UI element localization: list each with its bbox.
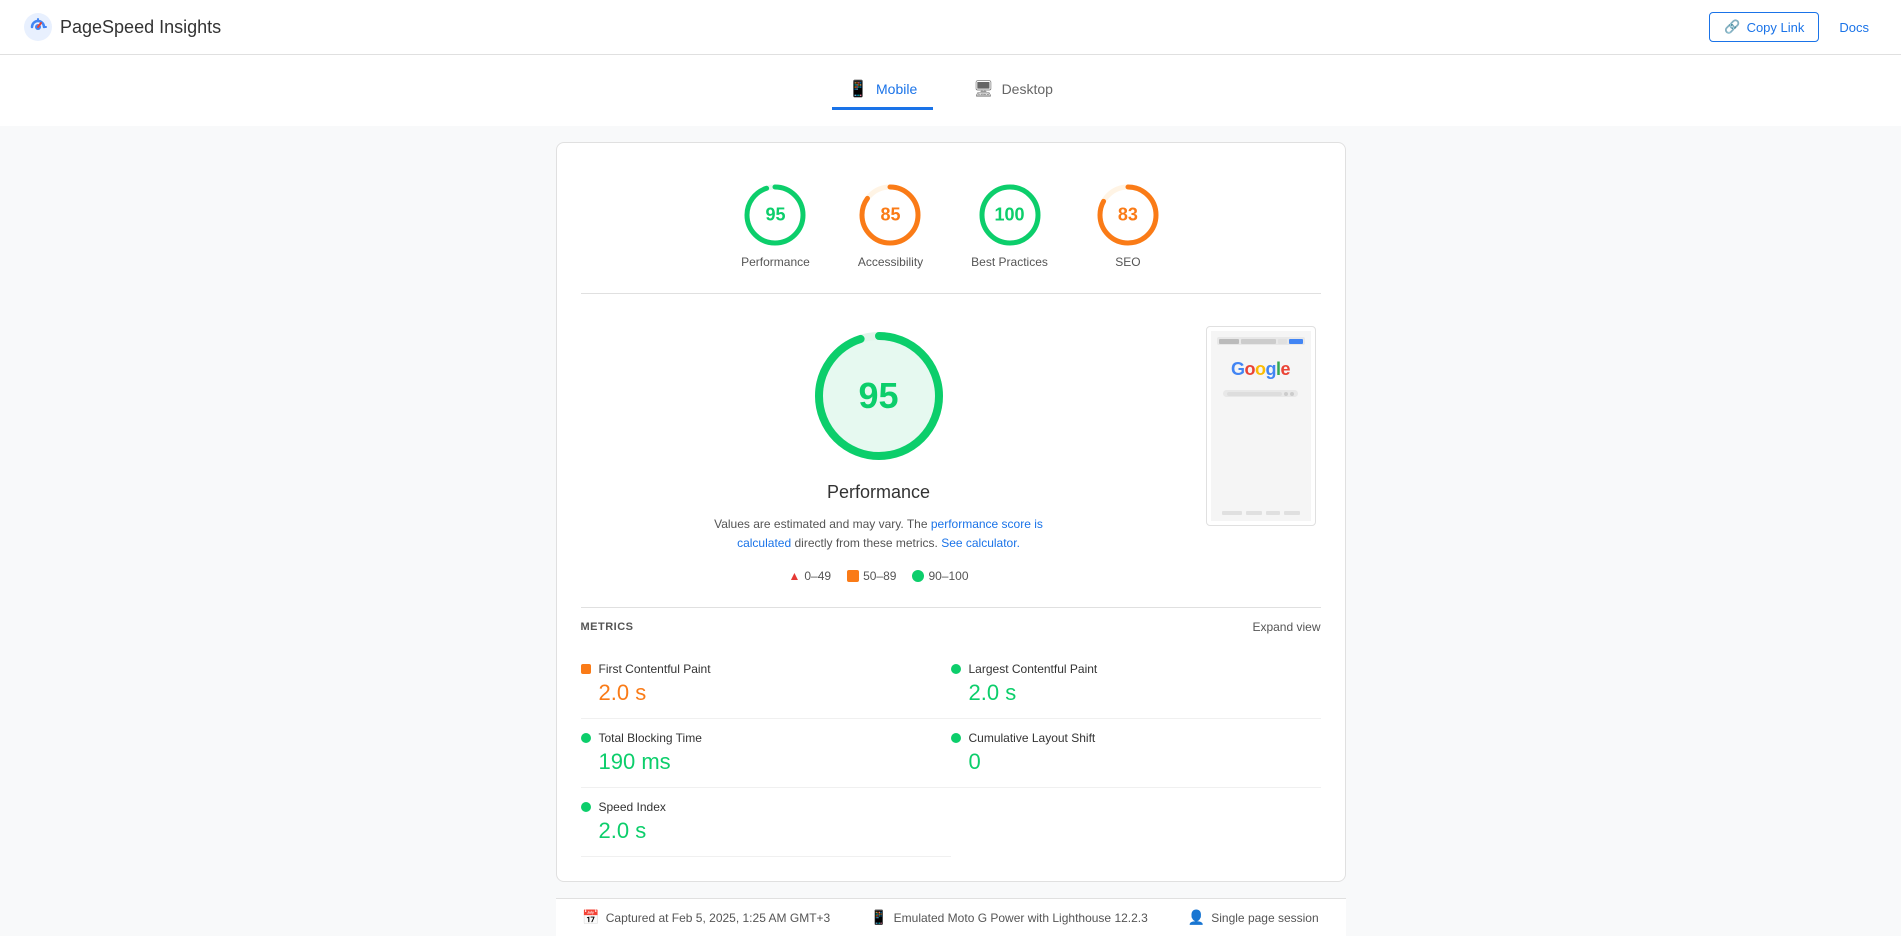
score-item-performance[interactable]: 95 Performance — [741, 183, 810, 269]
mobile-tab-label: Mobile — [876, 81, 917, 97]
copy-link-button[interactable]: 🔗 Copy Link — [1709, 12, 1819, 42]
score-item-best-practices[interactable]: 100 Best Practices — [971, 183, 1048, 269]
best-practices-score-label: Best Practices — [971, 255, 1048, 269]
device-icon: 📱 — [870, 909, 887, 926]
si-value: 2.0 s — [581, 818, 951, 844]
calendar-icon: 📅 — [582, 909, 599, 926]
fcp-label: First Contentful Paint — [599, 662, 711, 676]
score-circles-row: 95 Performance 85 Accessibility — [581, 167, 1321, 294]
mobile-icon: 📱 — [848, 79, 868, 99]
footer-captured: 📅 Captured at Feb 5, 2025, 1:25 AM GMT+3 — [582, 909, 830, 926]
si-label: Speed Index — [599, 800, 666, 814]
page-screenshot: Google — [1206, 326, 1316, 526]
google-logo: Google — [1231, 359, 1290, 380]
seo-score-label: SEO — [1115, 255, 1140, 269]
lcp-dot — [951, 664, 961, 674]
fcp-dot — [581, 664, 591, 674]
accessibility-score-value: 85 — [880, 205, 900, 226]
tab-mobile[interactable]: 📱 Mobile — [832, 71, 933, 110]
metric-si: Speed Index 2.0 s — [581, 788, 951, 857]
lcp-value: 2.0 s — [951, 680, 1321, 706]
si-dot — [581, 802, 591, 812]
large-performance-score: 95 — [858, 375, 898, 417]
metric-fcp: First Contentful Paint 2.0 s — [581, 650, 951, 719]
performance-score-value: 95 — [765, 205, 785, 226]
circle-icon — [912, 570, 924, 582]
header-left: PageSpeed Insights — [24, 13, 221, 41]
pagespeed-logo-icon — [24, 13, 52, 41]
performance-score-label: Performance — [741, 255, 810, 269]
performance-section-title: Performance — [827, 482, 930, 503]
performance-left: 95 Performance Values are estimated and … — [581, 326, 1177, 583]
header-right: 🔗 Copy Link Docs — [1709, 12, 1877, 42]
cls-value: 0 — [951, 749, 1321, 775]
metric-lcp: Largest Contentful Paint 2.0 s — [951, 650, 1321, 719]
header: PageSpeed Insights 🔗 Copy Link Docs — [0, 0, 1901, 55]
performance-section: 95 Performance Values are estimated and … — [581, 294, 1321, 599]
triangle-icon: ▲ — [788, 569, 800, 583]
tbt-value: 190 ms — [581, 749, 951, 775]
accessibility-circle: 85 — [858, 183, 922, 247]
see-calculator-link[interactable]: See calculator. — [941, 536, 1020, 550]
tbt-label: Total Blocking Time — [599, 731, 702, 745]
app-title: PageSpeed Insights — [60, 17, 221, 38]
footer-session: 👤 Single page session — [1188, 909, 1319, 926]
metrics-grid: First Contentful Paint 2.0 s Largest Con… — [581, 650, 1321, 857]
legend-green: 90–100 — [912, 569, 968, 583]
score-item-seo[interactable]: 83 SEO — [1096, 183, 1160, 269]
docs-button[interactable]: Docs — [1831, 14, 1877, 41]
footer-device: 📱 Emulated Moto G Power with Lighthouse … — [870, 909, 1148, 926]
accessibility-score-label: Accessibility — [858, 255, 923, 269]
link-icon: 🔗 — [1724, 19, 1740, 35]
tabs-container: 📱 Mobile 🖥 Desktop — [0, 55, 1901, 126]
desktop-tab-label: Desktop — [1002, 81, 1053, 97]
footer-bar: 📅 Captured at Feb 5, 2025, 1:25 AM GMT+3… — [556, 898, 1346, 936]
best-practices-score-value: 100 — [994, 205, 1024, 226]
metrics-section-title: METRICS — [581, 621, 634, 633]
tab-desktop[interactable]: 🖥 Desktop — [957, 71, 1069, 110]
legend-red: ▲ 0–49 — [788, 569, 831, 583]
fcp-value: 2.0 s — [581, 680, 951, 706]
metrics-header: METRICS Expand view — [581, 607, 1321, 650]
performance-circle: 95 — [743, 183, 807, 247]
legend-orange: 50–89 — [847, 569, 896, 583]
large-performance-circle: 95 — [809, 326, 949, 466]
score-item-accessibility[interactable]: 85 Accessibility — [858, 183, 923, 269]
tbt-dot — [581, 733, 591, 743]
lcp-label: Largest Contentful Paint — [969, 662, 1098, 676]
square-icon — [847, 570, 859, 582]
expand-view-button[interactable]: Expand view — [1252, 620, 1320, 634]
metric-tbt: Total Blocking Time 190 ms — [581, 719, 951, 788]
desktop-icon: 🖥 — [973, 79, 993, 99]
seo-circle: 83 — [1096, 183, 1160, 247]
person-icon: 👤 — [1188, 909, 1205, 926]
seo-score-value: 83 — [1118, 205, 1138, 226]
metric-cls: Cumulative Layout Shift 0 — [951, 719, 1321, 788]
performance-right: Google — [1201, 326, 1321, 583]
best-practices-circle: 100 — [978, 183, 1042, 247]
cls-dot — [951, 733, 961, 743]
cls-label: Cumulative Layout Shift — [969, 731, 1096, 745]
score-legend: ▲ 0–49 50–89 90–100 — [788, 569, 968, 583]
main-card: 95 Performance 85 Accessibility — [556, 142, 1346, 882]
performance-description: Values are estimated and may vary. The p… — [699, 515, 1059, 553]
